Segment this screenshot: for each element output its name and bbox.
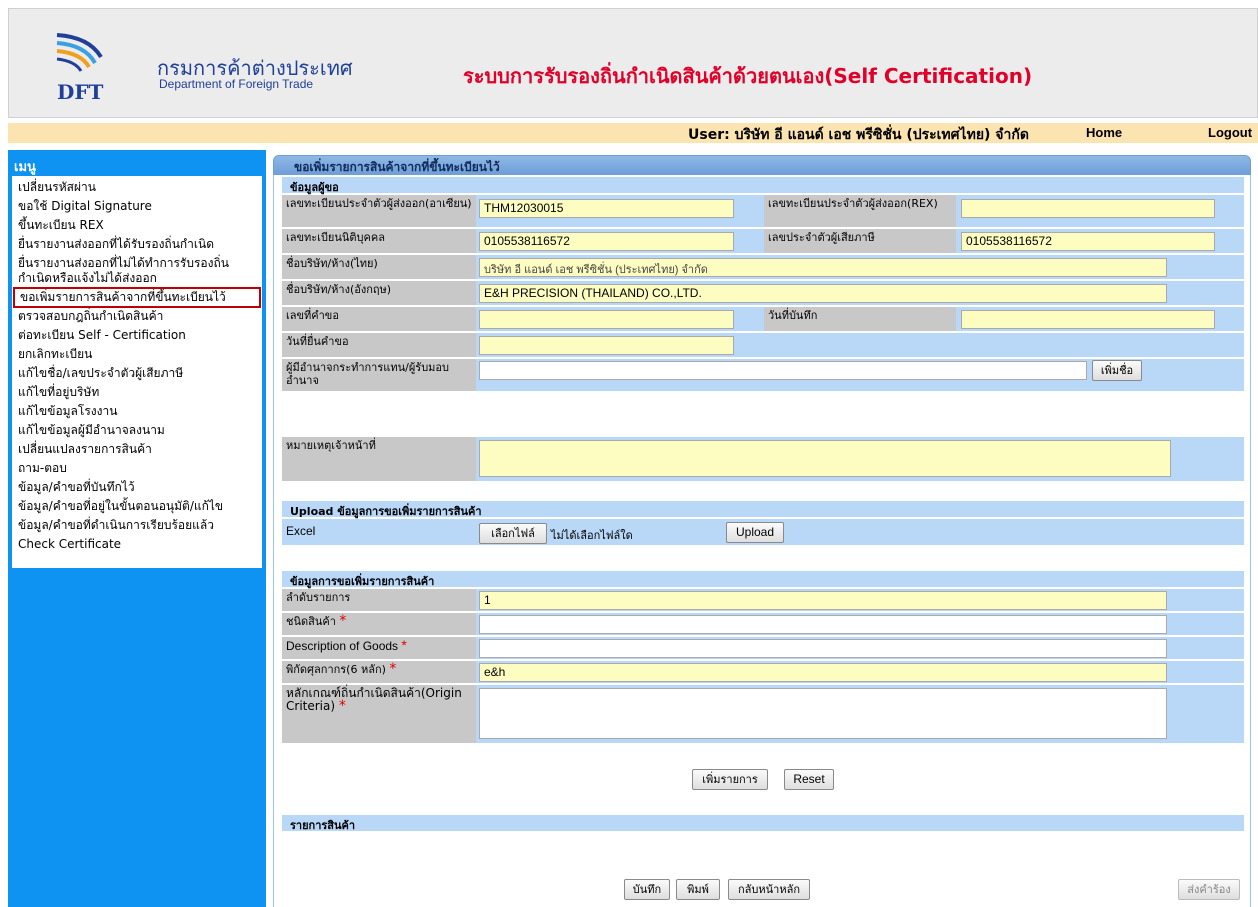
hs-code-field[interactable]: e&h (479, 663, 1167, 682)
submit-date-field[interactable] (479, 336, 734, 355)
system-title: ระบบการรับรองถิ่นกำเนิดสินค้าด้วยตนเอง(S… (463, 64, 1033, 88)
authorized-person-field[interactable] (479, 361, 1087, 380)
juristic-id-field[interactable]: 0105538116572 (479, 232, 734, 251)
company-name-en-field[interactable]: E&H PRECISION (THAILAND) CO.,LTD. (479, 284, 1167, 303)
origin-criteria-field[interactable] (479, 688, 1167, 739)
menu-item-edit-signatory[interactable]: แก้ไขข้อมูลผู้มีอำนาจลงนาม (12, 421, 262, 440)
menu-item-digital-signature[interactable]: ขอใช้ Digital Signature (12, 197, 262, 216)
product-type-label-cell: ชนิดสินค้า * (282, 613, 476, 635)
menu-item-check-certificate[interactable]: Check Certificate (12, 535, 262, 554)
description-label: Description of Goods (286, 639, 399, 653)
record-date-label: วันที่บันทึก (764, 307, 956, 331)
required-mark: * (401, 637, 407, 653)
add-name-button[interactable]: เพิ่มชื่อ (1092, 360, 1142, 381)
menu-item-pending-requests[interactable]: ข้อมูล/คำขอที่อยู่ในขั้นตอนอนุมัติ/แก้ไข (12, 497, 262, 516)
juristic-id-label: เลขทะเบียนนิติบุคคล (282, 229, 476, 253)
print-button[interactable]: พิมพ์ (676, 879, 720, 900)
hs-code-label: พิกัดศุลกากร(6 หลัก) (286, 663, 386, 676)
excel-label: Excel (286, 524, 316, 538)
seq-label: ลำดับรายการ (282, 589, 476, 611)
menu-item-export-report-uncertified[interactable]: ยื่นรายงานส่งออกที่ไม่ได้ทำการรับรองถิ่น… (12, 254, 262, 288)
add-item-button[interactable]: เพิ่มรายการ (692, 769, 768, 790)
no-file-text: ไม่ได้เลือกไฟล์ใด (551, 530, 633, 542)
applicant-heading: ข้อมูลผู้ขอ (282, 177, 1244, 194)
exporter-reg-asean-label: เลขทะเบียนประจำตัวผู้ส่งออก(อาเซียน) (282, 195, 476, 227)
menu-title: เมนู (14, 160, 36, 175)
menu-item-completed-requests[interactable]: ข้อมูล/คำขอที่ดำเนินการเรียบร้อยแล้ว (12, 516, 262, 535)
required-mark: * (339, 613, 347, 629)
menu-item-edit-name-taxid[interactable]: แก้ไขชื่อ/เลขประจำตัวผู้เสียภาษี (12, 364, 262, 383)
product-request-heading: ข้อมูลการขอเพิ่มรายการสินค้า (282, 571, 1244, 588)
description-field[interactable] (479, 639, 1167, 658)
menu-list: เปลี่ยนรหัสผ่าน ขอใช้ Digital Signature … (12, 176, 262, 568)
upload-button[interactable]: Upload (726, 522, 784, 543)
choose-file-button[interactable]: เลือกไฟล์ (479, 523, 547, 544)
menu-item-cancel-registration[interactable]: ยกเลิกทะเบียน (12, 345, 262, 364)
reset-button[interactable]: Reset (784, 769, 834, 790)
menu-item-change-products[interactable]: เปลี่ยนแปลงรายการสินค้า (12, 440, 262, 459)
record-date-field[interactable] (961, 310, 1215, 329)
submit-date-label: วันที่ยื่นคำขอ (282, 333, 476, 357)
exporter-reg-rex-field[interactable] (961, 199, 1215, 218)
submit-request-button[interactable]: ส่งคำร้อง (1178, 879, 1240, 900)
hs-code-label-cell: พิกัดศุลกากร(6 หลัก) * (282, 661, 476, 683)
required-mark: * (338, 698, 346, 714)
company-name-en-label: ชื่อบริษัท/ห้าง(อังกฤษ) (282, 281, 476, 305)
menu-item-renew-registration[interactable]: ต่อทะเบียน Self - Certification (12, 326, 262, 345)
back-to-home-button[interactable]: กลับหน้าหลัก (728, 879, 810, 900)
description-label-cell: Description of Goods * (282, 637, 476, 659)
request-no-label: เลขที่คำขอ (282, 307, 476, 331)
user-name: User: บริษัท อี แอนด์ เอช พรีซิชั่น (ประ… (688, 127, 1029, 143)
menu-item-check-origin-rules[interactable]: ตรวจสอบกฎถิ่นกำเนิดสินค้า (12, 307, 262, 326)
origin-criteria-label: หลักเกณฑ์ถิ่นกำเนิดสินค้า(Origin Criteri… (286, 686, 462, 713)
logout-link[interactable]: Logout (1208, 125, 1252, 140)
menu-item-change-password[interactable]: เปลี่ยนรหัสผ่าน (12, 178, 262, 197)
menu-item-faq[interactable]: ถาม-ตอบ (12, 459, 262, 478)
company-name-th-field[interactable]: บริษัท อี แอนด์ เอช พรีซิชั่น (ประเทศไทย… (479, 258, 1167, 277)
product-type-field[interactable] (479, 615, 1167, 634)
officer-note-field[interactable] (479, 440, 1171, 477)
logo-text: DFT (57, 80, 104, 104)
exporter-reg-asean-field[interactable]: THM12030015 (479, 199, 734, 218)
seq-field[interactable]: 1 (479, 591, 1167, 610)
officer-note-label: หมายเหตุเจ้าหน้าที่ (282, 437, 476, 481)
org-name-en: Department of Foreign Trade (159, 77, 314, 91)
user-bar: User: บริษัท อี แอนด์ เอช พรีซิชั่น (ประ… (8, 123, 1258, 143)
dft-logo: DFT (49, 31, 159, 111)
main-panel: ขอเพิ่มรายการสินค้าจากที่ขึ้นทะเบียนไว้ … (273, 150, 1251, 907)
request-no-field[interactable] (479, 310, 734, 329)
company-name-th-label: ชื่อบริษัท/ห้าง(ไทย) (282, 255, 476, 279)
menu-item-export-report-certified[interactable]: ยื่นรายงานส่งออกที่ได้รับรองถิ่นกำเนิด (12, 235, 262, 254)
required-mark: * (389, 661, 397, 677)
exporter-reg-rex-label: เลขทะเบียนประจำตัวผู้ส่งออก(REX) (764, 195, 956, 227)
menu-item-edit-factory[interactable]: แก้ไขข้อมูลโรงงาน (12, 402, 262, 421)
taxpayer-id-field[interactable]: 0105538116572 (961, 232, 1215, 251)
save-button[interactable]: บันทึก (624, 879, 670, 900)
authorized-person-label: ผู้มีอำนาจกระทำการแทน/ผู้รับมอบอำนาจ (282, 359, 476, 391)
main-title-bar: ขอเพิ่มรายการสินค้าจากที่ขึ้นทะเบียนไว้ (273, 155, 1251, 175)
upload-heading: Upload ข้อมูลการขอเพิ่มรายการสินค้า (282, 501, 1244, 518)
product-list-heading: รายการสินค้า (282, 815, 1244, 832)
menu-item-register-rex[interactable]: ขึ้นทะเบียน REX (12, 216, 262, 235)
product-type-label: ชนิดสินค้า (286, 615, 336, 628)
taxpayer-id-label: เลขประจำตัวผู้เสียภาษี (764, 229, 956, 253)
page-header: DFT กรมการค้าต่างประเทศ Department of Fo… (8, 8, 1258, 118)
sidebar: เมนู เปลี่ยนรหัสผ่าน ขอใช้ Digital Signa… (8, 150, 266, 907)
main-body: ข้อมูลผู้ขอ เลขทะเบียนประจำตัวผู้ส่งออก(… (273, 175, 1251, 907)
menu-item-add-products[interactable]: ขอเพิ่มรายการสินค้าจากที่ขึ้นทะเบียนไว้ (13, 287, 261, 308)
home-link[interactable]: Home (1086, 125, 1122, 140)
origin-criteria-label-cell: หลักเกณฑ์ถิ่นกำเนิดสินค้า(Origin Criteri… (282, 685, 476, 743)
menu-item-edit-address[interactable]: แก้ไขที่อยู่บริษัท (12, 383, 262, 402)
menu-item-saved-requests[interactable]: ข้อมูล/คำขอที่บันทึกไว้ (12, 478, 262, 497)
